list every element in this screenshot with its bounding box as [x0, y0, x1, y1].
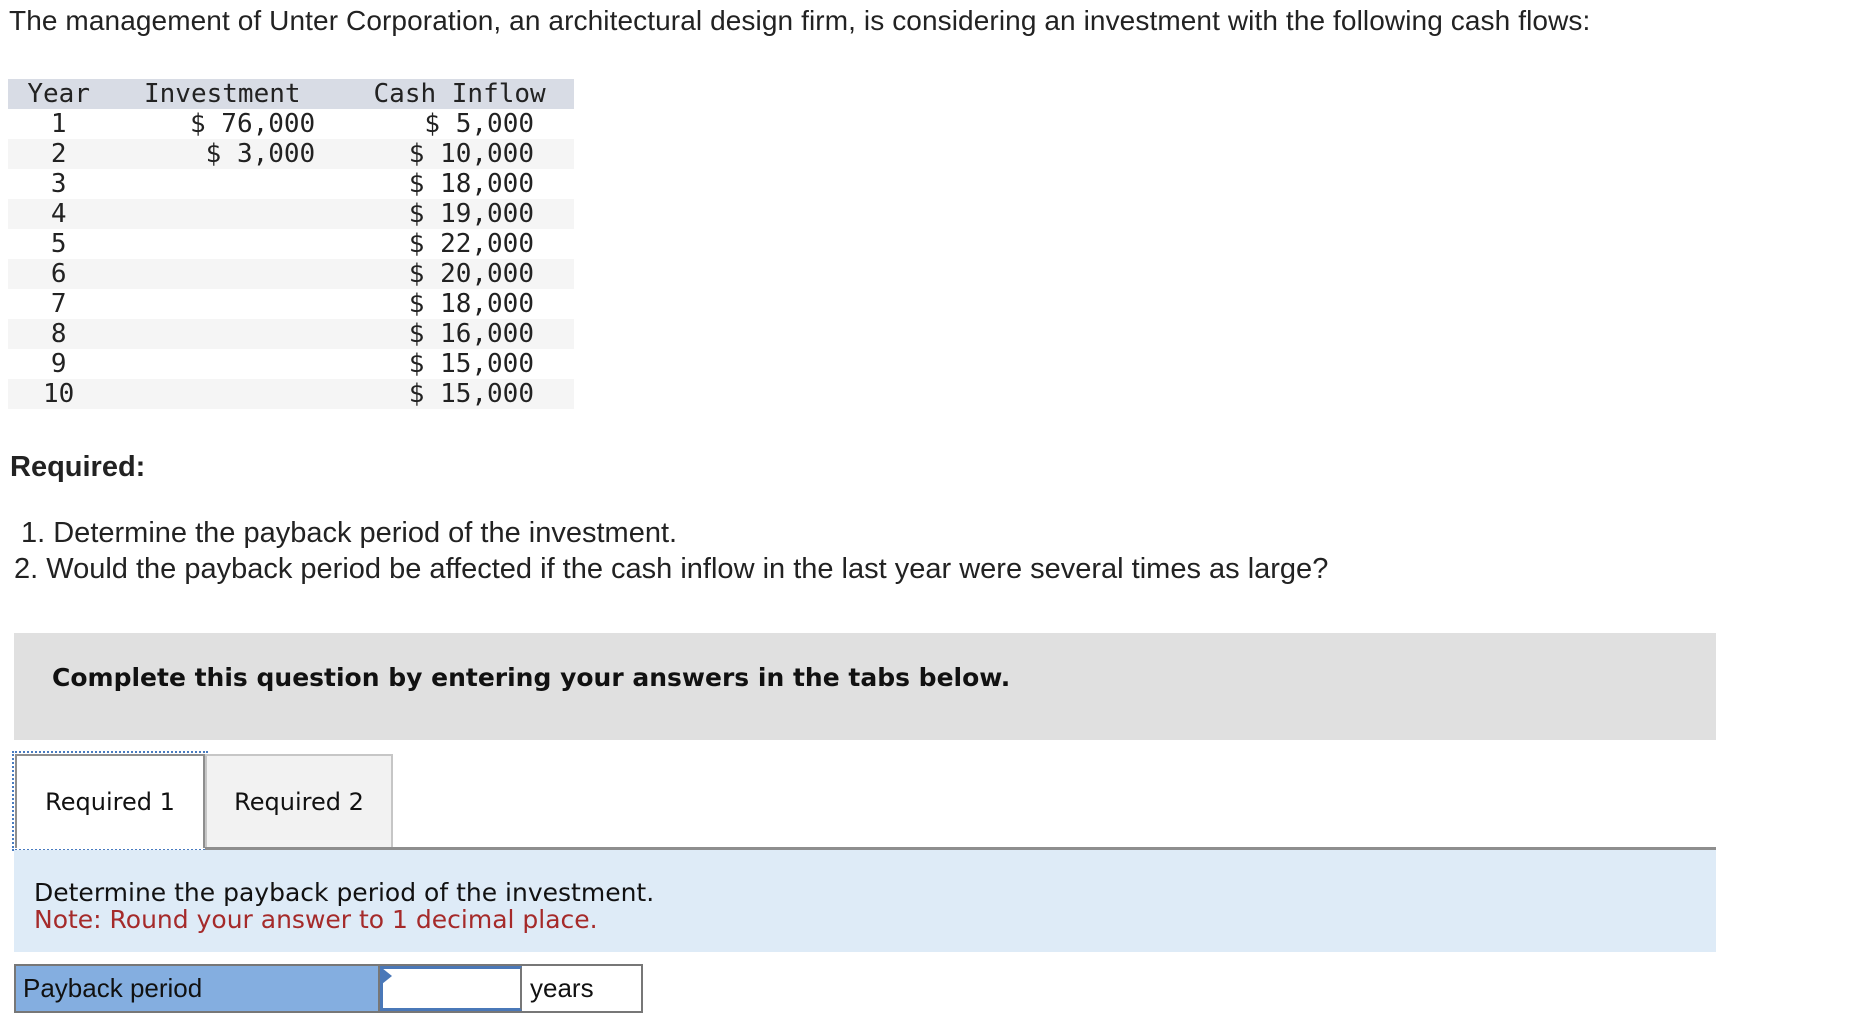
cell-cash-inflow: $ 16,000 — [408, 319, 534, 349]
cell-year: 7 — [50, 289, 67, 319]
cell-investment — [109, 169, 315, 199]
cell-cash-inflow: $ 5,000 — [424, 109, 534, 139]
instructions-banner: Complete this question by entering your … — [14, 633, 1716, 740]
cell-cash-inflow: $ 19,000 — [408, 199, 534, 229]
cell-cash-inflow: $ 22,000 — [408, 229, 534, 259]
panel-note: Note: Round your answer to 1 decimal pla… — [34, 905, 598, 934]
cell-cash-inflow: $ 15,000 — [408, 379, 534, 409]
table-row: 4 $ 19,000 — [8, 199, 574, 229]
cell-investment — [109, 229, 315, 259]
cell-investment: $ 76,000 — [189, 109, 316, 139]
header-year: Year — [27, 79, 90, 109]
cell-cash-inflow: $ 18,000 — [408, 169, 534, 199]
panel-instruction: Determine the payback period of the inve… — [34, 878, 655, 907]
payback-period-input[interactable] — [383, 969, 520, 1008]
cell-cash-inflow: $ 18,000 — [408, 289, 534, 319]
cell-investment — [109, 379, 315, 409]
payback-period-unit: years — [522, 966, 641, 1011]
cell-cash-inflow: $ 10,000 — [408, 139, 534, 169]
header-cash-inflow: Cash Inflow — [373, 79, 546, 109]
cell-year: 8 — [50, 319, 67, 349]
cell-year: 6 — [50, 259, 67, 289]
answer-row: Payback period years — [14, 964, 643, 1013]
table-row: 1 $ 76,000 $ 5,000 — [8, 109, 574, 139]
cell-investment — [109, 319, 315, 349]
table-row: 2 $ 3,000 $ 10,000 — [8, 139, 574, 169]
cell-year: 2 — [50, 139, 67, 169]
cell-investment — [109, 259, 315, 289]
table-row: 10 $ 15,000 — [8, 379, 574, 409]
tab-required-1[interactable]: Required 1 — [12, 751, 208, 851]
required-item-2: 2. Would the payback period be affected … — [14, 553, 1329, 585]
cell-investment: $ 3,000 — [205, 139, 316, 169]
cell-year: 9 — [50, 349, 67, 379]
cell-year: 1 — [50, 109, 67, 139]
payback-period-label: Payback period — [16, 966, 380, 1011]
tab-bar: Required 1 Required 2 — [12, 751, 393, 851]
cell-year: 3 — [50, 169, 67, 199]
table-row: 9 $ 15,000 — [8, 349, 574, 379]
banner-text: Complete this question by entering your … — [52, 663, 1011, 692]
table-row: 7 $ 18,000 — [8, 289, 574, 319]
problem-intro: The management of Unter Corporation, an … — [9, 5, 1591, 36]
input-marker-icon — [382, 968, 392, 984]
tab-required-2[interactable]: Required 2 — [205, 754, 393, 848]
required-list: 1. Determine the payback period of the i… — [14, 515, 1328, 587]
header-investment: Investment — [144, 79, 301, 109]
table-row: 8 $ 16,000 — [8, 319, 574, 349]
tab-label: Required 2 — [234, 788, 364, 816]
table-row: 6 $ 20,000 — [8, 259, 574, 289]
cell-year: 5 — [50, 229, 67, 259]
cell-investment — [109, 199, 315, 229]
question-panel: Determine the payback period of the inve… — [14, 850, 1716, 952]
cash-flow-table: Year Investment Cash Inflow 1 $ 76,000 $… — [8, 79, 574, 409]
tab-label: Required 1 — [45, 788, 175, 816]
cell-cash-inflow: $ 15,000 — [408, 349, 534, 379]
table-header-row: Year Investment Cash Inflow — [8, 79, 574, 109]
table-row: 5 $ 22,000 — [8, 229, 574, 259]
payback-period-input-wrapper — [380, 966, 522, 1011]
required-item-1: 1. Determine the payback period of the i… — [21, 517, 678, 549]
cell-investment — [109, 289, 315, 319]
required-heading: Required: — [10, 451, 146, 483]
cell-year: 4 — [50, 199, 67, 229]
table-row: 3 $ 18,000 — [8, 169, 574, 199]
cell-year: 10 — [43, 379, 75, 409]
cell-cash-inflow: $ 20,000 — [408, 259, 534, 289]
cell-investment — [109, 349, 315, 379]
